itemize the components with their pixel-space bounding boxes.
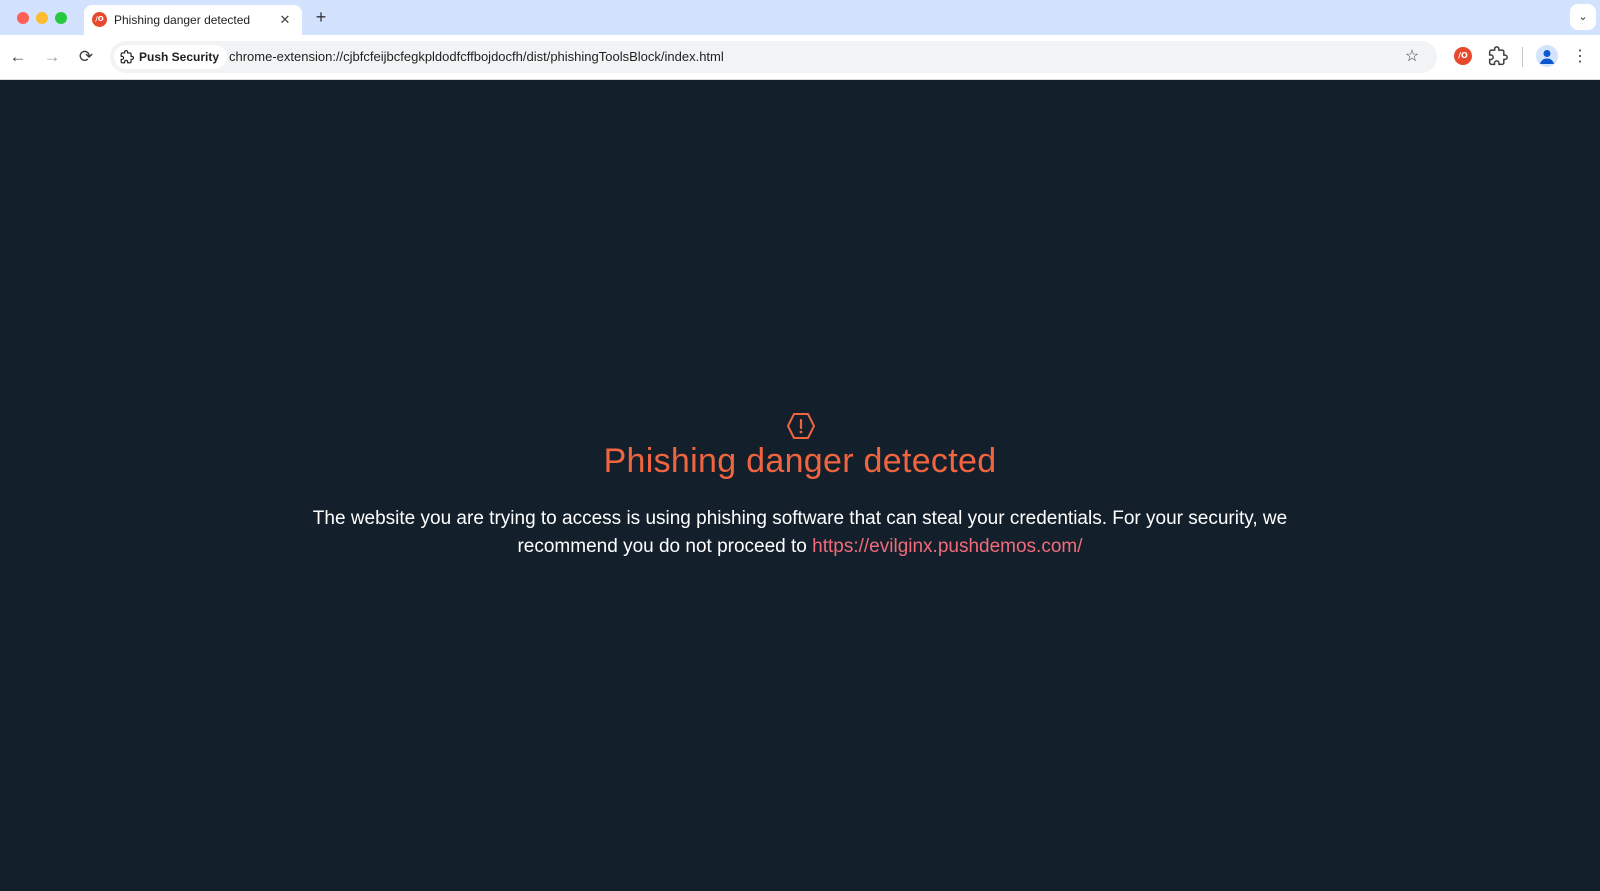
toolbar-divider [1522, 47, 1523, 67]
url-text[interactable]: chrome-extension://cjbfcfeijbcfegkpldodf… [229, 49, 724, 64]
push-security-extension-icon[interactable]: /O [1454, 47, 1472, 65]
tab-search-button[interactable]: ⌄ [1570, 4, 1596, 30]
bookmark-star-icon[interactable]: ☆ [1401, 46, 1423, 68]
new-tab-button[interactable]: + [310, 7, 332, 29]
warning-hexagon-icon [787, 413, 815, 439]
forward-button[interactable]: → [39, 44, 65, 70]
window-minimize-button[interactable] [36, 12, 48, 24]
warning-message-text: The website you are trying to access is … [312, 508, 1288, 557]
profile-avatar[interactable] [1536, 45, 1558, 67]
blocked-site-link[interactable]: https://evilginx.pushdemos.com/ [812, 536, 1082, 557]
tab-phishing-danger[interactable]: /O Phishing danger detected ✕ [84, 5, 302, 35]
browser-window: /O Phishing danger detected ✕ + ⌄ ← → ⟳ … [0, 0, 1600, 891]
extensions-icon[interactable] [1488, 46, 1508, 66]
push-security-favicon-icon: /O [92, 12, 107, 27]
phishing-block-page: Phishing danger detected The website you… [0, 80, 1600, 891]
extension-puzzle-icon [120, 50, 134, 64]
browser-toolbar: ← → ⟳ Push Security chrome-extension://c… [0, 35, 1600, 80]
back-button[interactable]: ← [5, 44, 31, 70]
address-bar[interactable]: Push Security chrome-extension://cjbfcfe… [110, 41, 1437, 73]
page-title: Phishing danger detected [603, 442, 997, 480]
site-info-chip[interactable]: Push Security [114, 45, 228, 69]
warning-message: The website you are trying to access is … [300, 505, 1300, 561]
reload-button[interactable]: ⟳ [73, 44, 99, 70]
profile-person-icon [1540, 50, 1554, 64]
site-chip-label: Push Security [139, 50, 220, 64]
tab-close-icon[interactable]: ✕ [276, 11, 294, 29]
window-close-button[interactable] [17, 12, 29, 24]
window-maximize-button[interactable] [55, 12, 67, 24]
tab-strip: /O Phishing danger detected ✕ + ⌄ [0, 0, 1600, 35]
browser-menu-icon[interactable]: ⋮ [1570, 45, 1590, 69]
tab-title: Phishing danger detected [114, 13, 251, 27]
